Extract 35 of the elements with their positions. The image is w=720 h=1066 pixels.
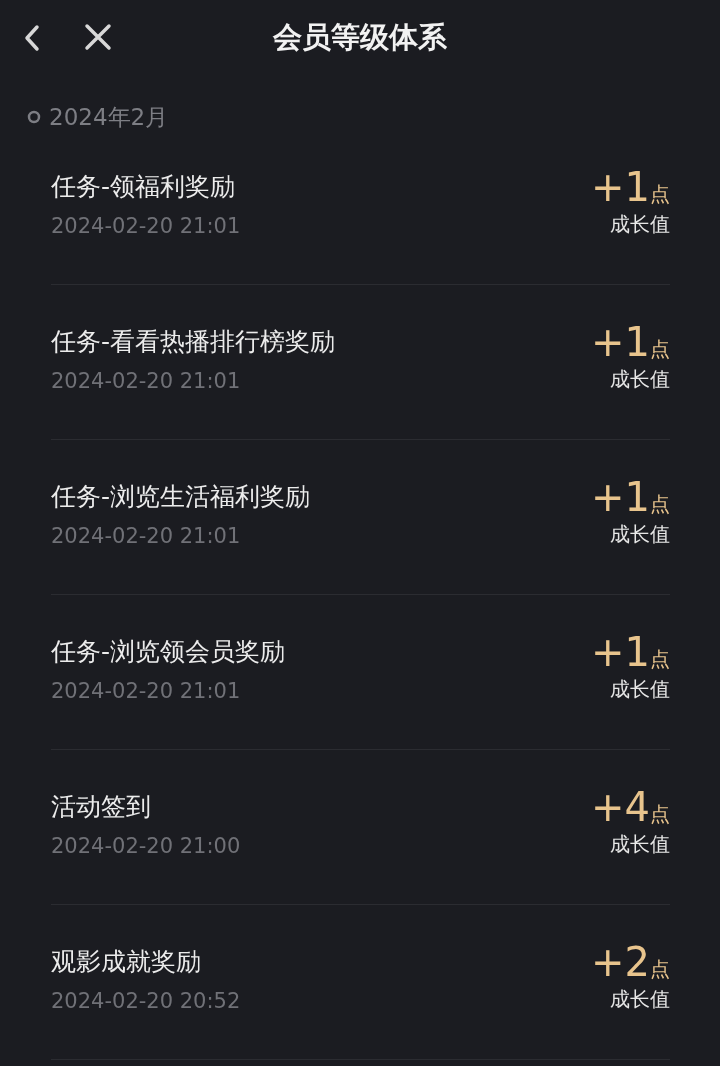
month-label: 2024年2月 bbox=[49, 103, 169, 130]
points-value: +4 bbox=[591, 789, 650, 825]
timeline-dot-icon bbox=[27, 109, 41, 124]
entry-time: 2024-02-20 21:01 bbox=[51, 213, 241, 240]
points-value: +2 bbox=[591, 944, 650, 980]
entry-time: 2024-02-20 21:00 bbox=[51, 833, 241, 860]
close-icon[interactable] bbox=[84, 23, 112, 51]
growth-caption: 成长值 bbox=[610, 521, 670, 548]
points-unit: 点 bbox=[650, 339, 670, 359]
points-unit: 点 bbox=[650, 959, 670, 979]
entry-title: 任务-浏览领会员奖励 bbox=[51, 636, 286, 668]
entry-title: 任务-领福利奖励 bbox=[51, 171, 237, 203]
points-value: +1 bbox=[591, 479, 650, 515]
growth-caption: 成长值 bbox=[610, 211, 670, 238]
entry-time: 2024-02-20 21:01 bbox=[51, 368, 242, 395]
points-unit: 点 bbox=[650, 804, 670, 824]
growth-caption: 成长值 bbox=[610, 831, 670, 858]
back-icon[interactable] bbox=[22, 24, 42, 52]
entry-time: 2024-02-20 20:52 bbox=[51, 988, 241, 1015]
entry-time: 2024-02-20 21:01 bbox=[51, 523, 242, 550]
page-title: 会员等级体系 bbox=[273, 18, 447, 56]
growth-caption: 成长值 bbox=[610, 676, 670, 703]
points-value: +1 bbox=[591, 324, 650, 360]
entry-title: 观影成就奖励 bbox=[51, 946, 202, 978]
points-value: +1 bbox=[591, 169, 650, 205]
entry-title: 任务-看看热播排行榜奖励 bbox=[51, 326, 336, 358]
points-unit: 点 bbox=[650, 494, 670, 514]
points-value: +1 bbox=[591, 634, 650, 670]
entry-title: 活动签到 bbox=[51, 791, 152, 823]
points-unit: 点 bbox=[650, 184, 670, 204]
points-unit: 点 bbox=[650, 649, 670, 669]
growth-caption: 成长值 bbox=[610, 986, 670, 1013]
entry-time: 2024-02-20 21:01 bbox=[51, 678, 242, 705]
entry-title: 任务-浏览生活福利奖励 bbox=[51, 481, 311, 513]
growth-caption: 成长值 bbox=[610, 366, 670, 393]
